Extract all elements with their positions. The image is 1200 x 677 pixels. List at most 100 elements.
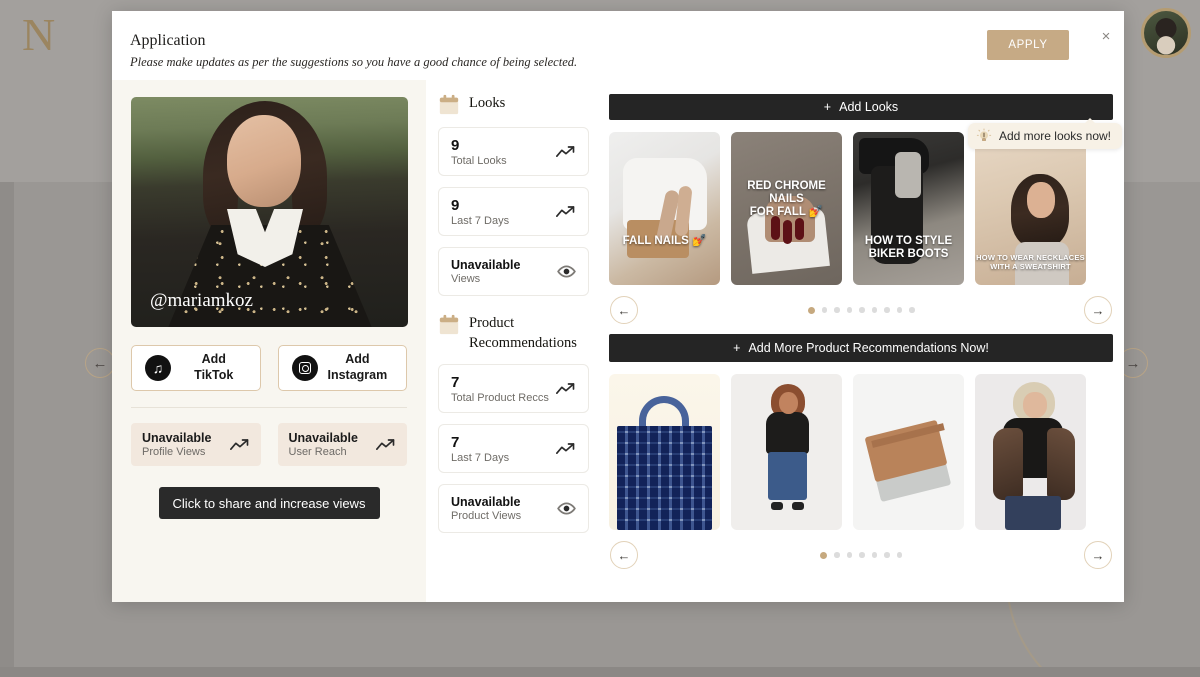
carousel-dot[interactable] <box>896 552 902 558</box>
carousel-dot[interactable] <box>834 552 840 558</box>
carousel-dot[interactable] <box>859 307 865 313</box>
stat-value: 9 <box>451 196 460 214</box>
product-thumb-2[interactable] <box>731 374 842 530</box>
carousel-dot[interactable] <box>871 552 877 558</box>
metric-label: User Reach <box>288 446 347 458</box>
looks-dots <box>807 306 915 314</box>
products-heading-label: Product Recommendations <box>469 315 577 351</box>
plus-icon: + <box>823 100 832 114</box>
calendar-icon <box>439 314 459 335</box>
add-product-recommendations-button[interactable]: + Add More Product Recommendations Now! <box>609 334 1113 362</box>
product-thumb-1[interactable] <box>609 374 720 530</box>
look-thumb-3[interactable]: HOW TO STYLE BIKER BOOTS <box>853 132 964 285</box>
add-looks-button[interactable]: + Add Looks <box>609 94 1113 120</box>
trend-up-icon <box>376 438 395 450</box>
look-caption: HOW TO WEAR NECKLACES WITH A SWEATSHIRT <box>976 253 1085 271</box>
stat-value: 9 <box>451 136 460 154</box>
metric-value: Unavailable <box>288 431 358 445</box>
profile-handle: @mariamkoz <box>150 290 253 311</box>
looks-carousel-nav: ← → <box>609 296 1113 324</box>
social-buttons: ♫ Add TikTok Add Instagram <box>131 345 407 391</box>
look-thumb-1[interactable]: FALL NAILS 💅 <box>609 132 720 285</box>
carousel-dot[interactable] <box>807 306 815 314</box>
share-button[interactable]: Click to share and increase views <box>158 487 380 519</box>
profile-panel: @mariamkoz ♫ Add TikTok Add Instagram Un… <box>112 80 426 602</box>
eye-icon <box>557 265 576 278</box>
add-tiktok-button[interactable]: ♫ Add TikTok <box>131 345 261 391</box>
looks-heading: Looks <box>438 94 589 116</box>
carousel-dot[interactable] <box>846 307 852 313</box>
photo-face <box>227 115 301 207</box>
stat-card-total-looks[interactable]: 9 Total Looks <box>438 127 589 176</box>
carousel-dot[interactable] <box>871 307 877 313</box>
background-prev-button[interactable]: ← <box>85 348 115 378</box>
stat-label: Last 7 Days <box>451 451 510 464</box>
look-thumb-4[interactable]: HOW TO WEAR NECKLACES WITH A SWEATSHIRT <box>975 132 1086 285</box>
trend-up-icon <box>229 438 248 450</box>
trend-up-icon <box>556 382 575 394</box>
stat-label: Views <box>451 273 481 285</box>
page-title: Application <box>130 32 206 49</box>
plus-icon: + <box>733 341 741 355</box>
modal-header: Application Please make updates as per t… <box>112 11 1124 80</box>
metric-profile-views[interactable]: Unavailable Profile Views <box>131 423 261 466</box>
instagram-icon <box>291 355 318 381</box>
stat-card-product-views[interactable]: Unavailable Product Views <box>438 484 589 534</box>
look-caption: FALL NAILS 💅 <box>622 235 707 247</box>
products-next-button[interactable]: → <box>1084 541 1112 569</box>
looks-heading-label: Looks <box>469 95 506 111</box>
stat-card-total-product-reccs[interactable]: 7 Total Product Reccs <box>438 364 589 414</box>
tooltip-text: Add more looks now! <box>998 129 1111 143</box>
background-left-panel <box>0 182 14 677</box>
metric-user-reach[interactable]: Unavailable User Reach <box>277 423 407 466</box>
apply-button[interactable]: APPLY <box>987 30 1069 60</box>
modal-body: @mariamkoz ♫ Add TikTok Add Instagram Un… <box>112 80 1124 602</box>
looks-prev-button[interactable]: ← <box>610 296 638 324</box>
close-icon[interactable]: × <box>1095 25 1117 47</box>
stat-card-products-last-7-days[interactable]: 7 Last 7 Days <box>438 424 589 474</box>
carousel-dot[interactable] <box>834 307 840 313</box>
avatar[interactable] <box>1141 8 1191 58</box>
carousel-dot[interactable] <box>846 552 852 558</box>
add-instagram-button[interactable]: Add Instagram <box>277 345 407 391</box>
tiktok-icon: ♫ <box>145 355 171 381</box>
look-caption: RED CHROME NAILS FOR FALL 💅 <box>747 180 826 219</box>
looks-next-button[interactable]: → <box>1084 296 1112 324</box>
carousel-dot[interactable] <box>884 307 890 313</box>
add-instagram-label: Add Instagram <box>327 352 388 382</box>
look-thumb-2[interactable]: RED CHROME NAILS FOR FALL 💅 <box>731 132 842 285</box>
carousel-dot[interactable] <box>909 307 915 313</box>
carousel-dot[interactable] <box>884 552 890 558</box>
product-thumb-4[interactable] <box>975 374 1086 530</box>
background-bottom-strip <box>0 667 1200 677</box>
carousel-dot[interactable] <box>896 307 902 313</box>
looks-carousel: FALL NAILS 💅 RED CHROME NAILS FOR FALL 💅 <box>609 132 1113 285</box>
trend-up-icon <box>556 442 575 454</box>
add-looks-label: Add Looks <box>839 100 899 114</box>
modal-subtitle: Please make updates as per the suggestio… <box>130 55 578 69</box>
stat-card-looks-views[interactable]: Unavailable Views <box>438 247 589 296</box>
stat-label: Product Views <box>451 510 522 523</box>
carousel-dot[interactable] <box>821 307 827 313</box>
lightbulb-icon <box>976 128 992 141</box>
stat-value: Unavailable <box>451 258 521 272</box>
stat-label: Total Looks <box>451 154 507 167</box>
profile-metrics: Unavailable Profile Views Unavailable Us… <box>131 423 407 466</box>
products-prev-button[interactable]: ← <box>610 541 638 569</box>
product-thumb-3[interactable] <box>853 374 964 530</box>
metric-value: Unavailable <box>142 431 212 445</box>
add-products-label: Add More Product Recommendations Now! <box>748 341 989 355</box>
stat-label: Last 7 Days <box>451 214 510 227</box>
carousel-dot[interactable] <box>859 552 865 558</box>
carousel-dot[interactable] <box>820 551 827 559</box>
add-tiktok-label: Add TikTok <box>194 352 234 382</box>
stat-card-looks-last-7-days[interactable]: 9 Last 7 Days <box>438 187 589 236</box>
trend-up-icon <box>556 145 575 157</box>
content-panel: + Add Looks Add more looks now! FALL NAI… <box>601 80 1124 602</box>
brand-logo: N <box>22 9 57 60</box>
profile-photo[interactable]: @mariamkoz <box>131 97 408 327</box>
stats-panel: Looks 9 Total Looks 9 Last 7 Days Unavai… <box>426 80 601 602</box>
application-modal: Application Please make updates as per t… <box>112 11 1124 602</box>
stat-value: 7 <box>451 373 460 391</box>
trend-up-icon <box>556 205 575 217</box>
